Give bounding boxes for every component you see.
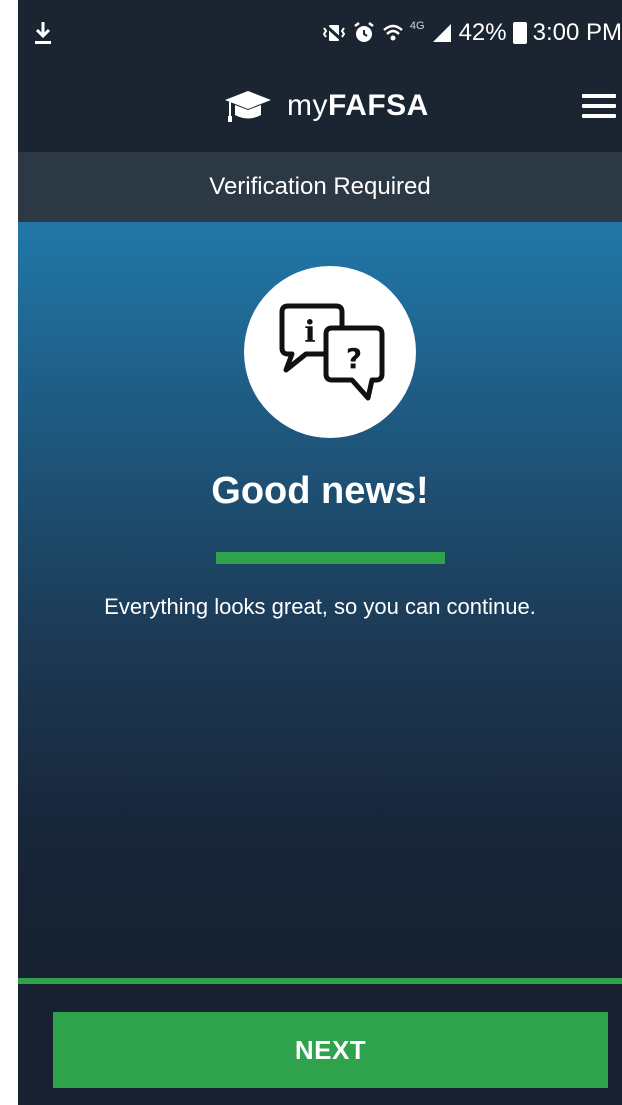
question-glyph: ? [346, 342, 362, 375]
main-content: i ? Good news! Everything looks great, s… [18, 222, 622, 978]
hamburger-menu-icon[interactable] [582, 94, 616, 122]
download-icon [35, 22, 51, 44]
battery-icon [512, 22, 527, 44]
graduation-cap-icon [225, 91, 271, 122]
info-glyph: i [304, 315, 315, 350]
menu-line [582, 114, 616, 118]
app-bar: myFAFSA [18, 66, 622, 152]
brand-prefix: my [287, 89, 328, 122]
page-subheader: Verification Required [18, 152, 622, 222]
accent-bar [216, 552, 445, 564]
signal-icon [432, 24, 451, 42]
next-button[interactable]: NEXT [53, 1012, 608, 1088]
brand-logo: myFAFSA [223, 86, 429, 126]
vibrate-mute-icon [322, 22, 346, 44]
status-bar: 4G 42% 3:00 PM [18, 0, 622, 66]
wifi-icon [383, 24, 403, 41]
battery-percent: 42% [458, 19, 507, 46]
app-screen: 4G 42% 3:00 PM myFAFSA Verification Requ… [18, 0, 622, 1105]
footer: NEXT [18, 984, 622, 1105]
status-icons: 4G 42% 3:00 PM [322, 18, 622, 48]
headline: Good news! [211, 470, 429, 512]
status-message: Everything looks great, so you can conti… [104, 594, 536, 619]
subheader-title: Verification Required [209, 173, 431, 200]
alarm-icon [354, 22, 374, 42]
info-question-speech-bubbles-icon: i ? [279, 303, 385, 401]
network-type-label: 4G [409, 20, 425, 32]
clock: 3:00 PM [532, 19, 622, 46]
brand-bold: FAFSA [328, 89, 429, 122]
illustration-circle: i ? [244, 266, 416, 438]
brand-name: myFAFSA [287, 89, 429, 123]
menu-line [582, 104, 616, 108]
menu-line [582, 94, 616, 98]
